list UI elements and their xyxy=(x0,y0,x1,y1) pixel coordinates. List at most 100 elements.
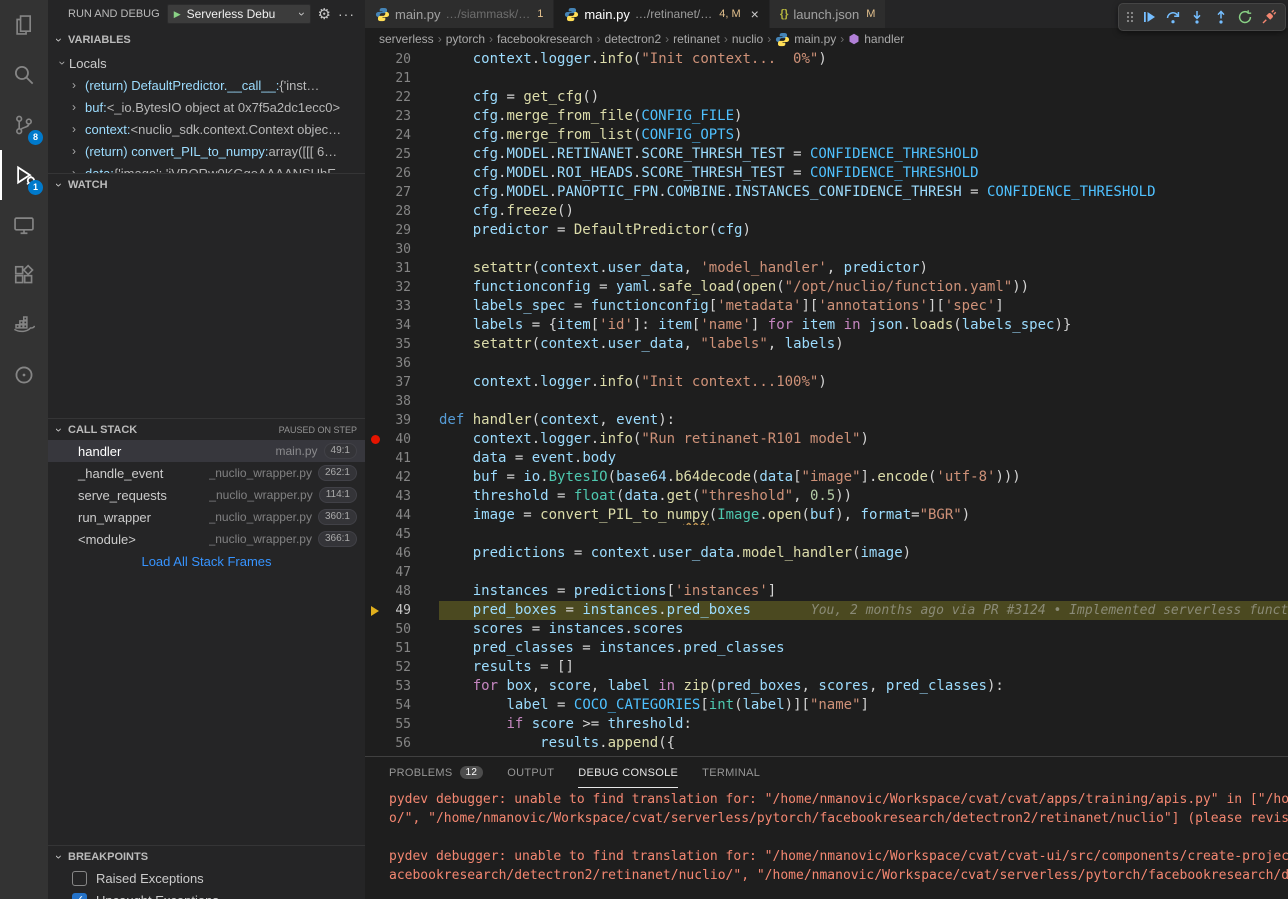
code-line[interactable]: 32 functionconfig = yaml.safe_load(open(… xyxy=(365,278,1288,297)
variable-row[interactable]: ›(return) convert_PIL_to_numpy: array([[… xyxy=(48,140,365,162)
gutter[interactable] xyxy=(365,202,385,221)
watch-section-header[interactable]: › WATCH xyxy=(48,173,365,195)
code-line[interactable]: 35 setattr(context.user_data, "labels", … xyxy=(365,335,1288,354)
docker-icon[interactable] xyxy=(0,300,48,350)
source-control-icon[interactable]: 8 xyxy=(0,100,48,150)
gutter[interactable] xyxy=(365,696,385,715)
code-line[interactable]: 51 pred_classes = instances.pred_classes xyxy=(365,639,1288,658)
code-line[interactable]: 39def handler(context, event): xyxy=(365,411,1288,430)
gutter[interactable] xyxy=(365,278,385,297)
gutter[interactable] xyxy=(365,88,385,107)
gutter[interactable] xyxy=(365,449,385,468)
breadcrumb-item[interactable]: main.py xyxy=(775,32,836,47)
more-actions-icon[interactable]: ··· xyxy=(338,6,355,22)
editor-tab-2[interactable]: main.py…/retinanet/…4, M× xyxy=(554,0,770,28)
search-icon[interactable] xyxy=(0,50,48,100)
stack-frame-row[interactable]: run_wrapper_nuclio_wrapper.py360:1 xyxy=(48,506,365,528)
code-line[interactable]: 55 if score >= threshold: xyxy=(365,715,1288,734)
stack-frame-row[interactable]: _handle_event_nuclio_wrapper.py262:1 xyxy=(48,462,365,484)
gutter[interactable] xyxy=(365,107,385,126)
gutter[interactable] xyxy=(365,658,385,677)
toolbar-drag-grip[interactable] xyxy=(1123,5,1137,29)
code-line[interactable]: 31 setattr(context.user_data, 'model_han… xyxy=(365,259,1288,278)
gutter[interactable] xyxy=(365,563,385,582)
code-line[interactable]: 33 labels_spec = functionconfig['metadat… xyxy=(365,297,1288,316)
checkbox-unchecked[interactable] xyxy=(72,871,87,886)
call-stack-section-header[interactable]: › CALL STACK PAUSED ON STEP xyxy=(48,418,365,440)
gutter[interactable] xyxy=(365,69,385,88)
breadcrumb-item[interactable]: detectron2 xyxy=(604,32,661,46)
code-line[interactable]: 48 instances = predictions['instances'] xyxy=(365,582,1288,601)
step-out-button[interactable] xyxy=(1209,5,1233,29)
breadcrumb-item[interactable]: facebookresearch xyxy=(497,32,592,46)
panel-tab-problems[interactable]: PROBLEMS12 xyxy=(389,757,483,788)
gutter[interactable] xyxy=(365,468,385,487)
code-line[interactable]: 47 xyxy=(365,563,1288,582)
variables-section-header[interactable]: › VARIABLES xyxy=(48,28,365,52)
code-line[interactable]: 21 xyxy=(365,69,1288,88)
continue-button[interactable] xyxy=(1137,5,1161,29)
code-line[interactable]: 44 image = convert_PIL_to_numpy(Image.op… xyxy=(365,506,1288,525)
code-line[interactable]: 24 cfg.merge_from_list(CONFIG_OPTS) xyxy=(365,126,1288,145)
circle-tool-icon[interactable] xyxy=(0,350,48,400)
breakpoint-gutter[interactable] xyxy=(365,430,385,449)
code-line[interactable]: 42 buf = io.BytesIO(base64.b64decode(dat… xyxy=(365,468,1288,487)
restart-button[interactable] xyxy=(1233,5,1257,29)
checkbox-checked[interactable]: ✓ xyxy=(72,893,87,899)
breadcrumb-item[interactable]: handler xyxy=(848,32,904,46)
gutter[interactable] xyxy=(365,411,385,430)
gear-icon[interactable]: ⚙ xyxy=(318,5,331,23)
run-debug-icon[interactable]: 1 xyxy=(0,150,48,200)
stack-frame-row[interactable]: handlermain.py49:1 xyxy=(48,440,365,462)
gutter[interactable] xyxy=(365,145,385,164)
editor-tab-1[interactable]: main.py…/siammask/…1 xyxy=(365,0,554,28)
gutter[interactable] xyxy=(365,240,385,259)
code-line[interactable]: 26 cfg.MODEL.ROI_HEADS.SCORE_THRESH_TEST… xyxy=(365,164,1288,183)
gutter[interactable] xyxy=(365,335,385,354)
launch-config-select[interactable]: ▶ Serverless Debu › xyxy=(167,4,311,24)
code-line[interactable]: 56 results.append({ xyxy=(365,734,1288,753)
gutter[interactable] xyxy=(365,392,385,411)
remote-explorer-icon[interactable] xyxy=(0,200,48,250)
code-line[interactable]: 50 scores = instances.scores xyxy=(365,620,1288,639)
gutter[interactable] xyxy=(365,487,385,506)
variable-row[interactable]: ›buf: <_io.BytesIO object at 0x7f5a2dc1e… xyxy=(48,96,365,118)
breakpoint-item-raised-exceptions[interactable]: Raised Exceptions xyxy=(48,867,365,889)
code-line[interactable]: 27 cfg.MODEL.PANOPTIC_FPN.COMBINE.INSTAN… xyxy=(365,183,1288,202)
breakpoint-item-uncaught-exceptions[interactable]: ✓ Uncaught Exceptions xyxy=(48,889,365,899)
gutter[interactable] xyxy=(365,50,385,69)
scope-locals[interactable]: › Locals xyxy=(48,52,365,74)
code-line[interactable]: 54 label = COCO_CATEGORIES[int(label)]["… xyxy=(365,696,1288,715)
gutter[interactable] xyxy=(365,582,385,601)
disconnect-button[interactable] xyxy=(1257,5,1281,29)
variable-row[interactable]: ›data: {'image': 'iVBORw0KGgoAAAANSUhE… xyxy=(48,162,365,173)
variable-row[interactable]: ›context: <nuclio_sdk.context.Context ob… xyxy=(48,118,365,140)
code-line[interactable]: 53 for box, score, label in zip(pred_box… xyxy=(365,677,1288,696)
code-line[interactable]: 23 cfg.merge_from_file(CONFIG_FILE) xyxy=(365,107,1288,126)
code-line[interactable]: 40 context.logger.info("Run retinanet-R1… xyxy=(365,430,1288,449)
panel-tab-terminal[interactable]: TERMINAL xyxy=(702,757,760,788)
breadcrumb-item[interactable]: pytorch xyxy=(446,32,485,46)
gutter[interactable] xyxy=(365,734,385,753)
gutter[interactable] xyxy=(365,183,385,202)
gutter[interactable] xyxy=(365,639,385,658)
gutter[interactable] xyxy=(365,715,385,734)
gutter[interactable] xyxy=(365,506,385,525)
gutter[interactable] xyxy=(365,544,385,563)
code-line[interactable]: 28 cfg.freeze() xyxy=(365,202,1288,221)
step-over-button[interactable] xyxy=(1161,5,1185,29)
breadcrumb-item[interactable]: serverless xyxy=(379,32,434,46)
gutter[interactable] xyxy=(365,677,385,696)
code-line[interactable]: 45 xyxy=(365,525,1288,544)
gutter[interactable] xyxy=(365,126,385,145)
gutter[interactable] xyxy=(365,373,385,392)
extensions-icon[interactable] xyxy=(0,250,48,300)
code-line[interactable]: 38 xyxy=(365,392,1288,411)
code-editor[interactable]: 20 context.logger.info("Init context... … xyxy=(365,50,1288,756)
gutter[interactable] xyxy=(365,221,385,240)
gutter[interactable] xyxy=(365,297,385,316)
code-line[interactable]: 37 context.logger.info("Init context...1… xyxy=(365,373,1288,392)
breadcrumb-item[interactable]: nuclio xyxy=(732,32,763,46)
tab-close-icon[interactable]: × xyxy=(751,6,759,22)
code-line[interactable]: 52 results = [] xyxy=(365,658,1288,677)
